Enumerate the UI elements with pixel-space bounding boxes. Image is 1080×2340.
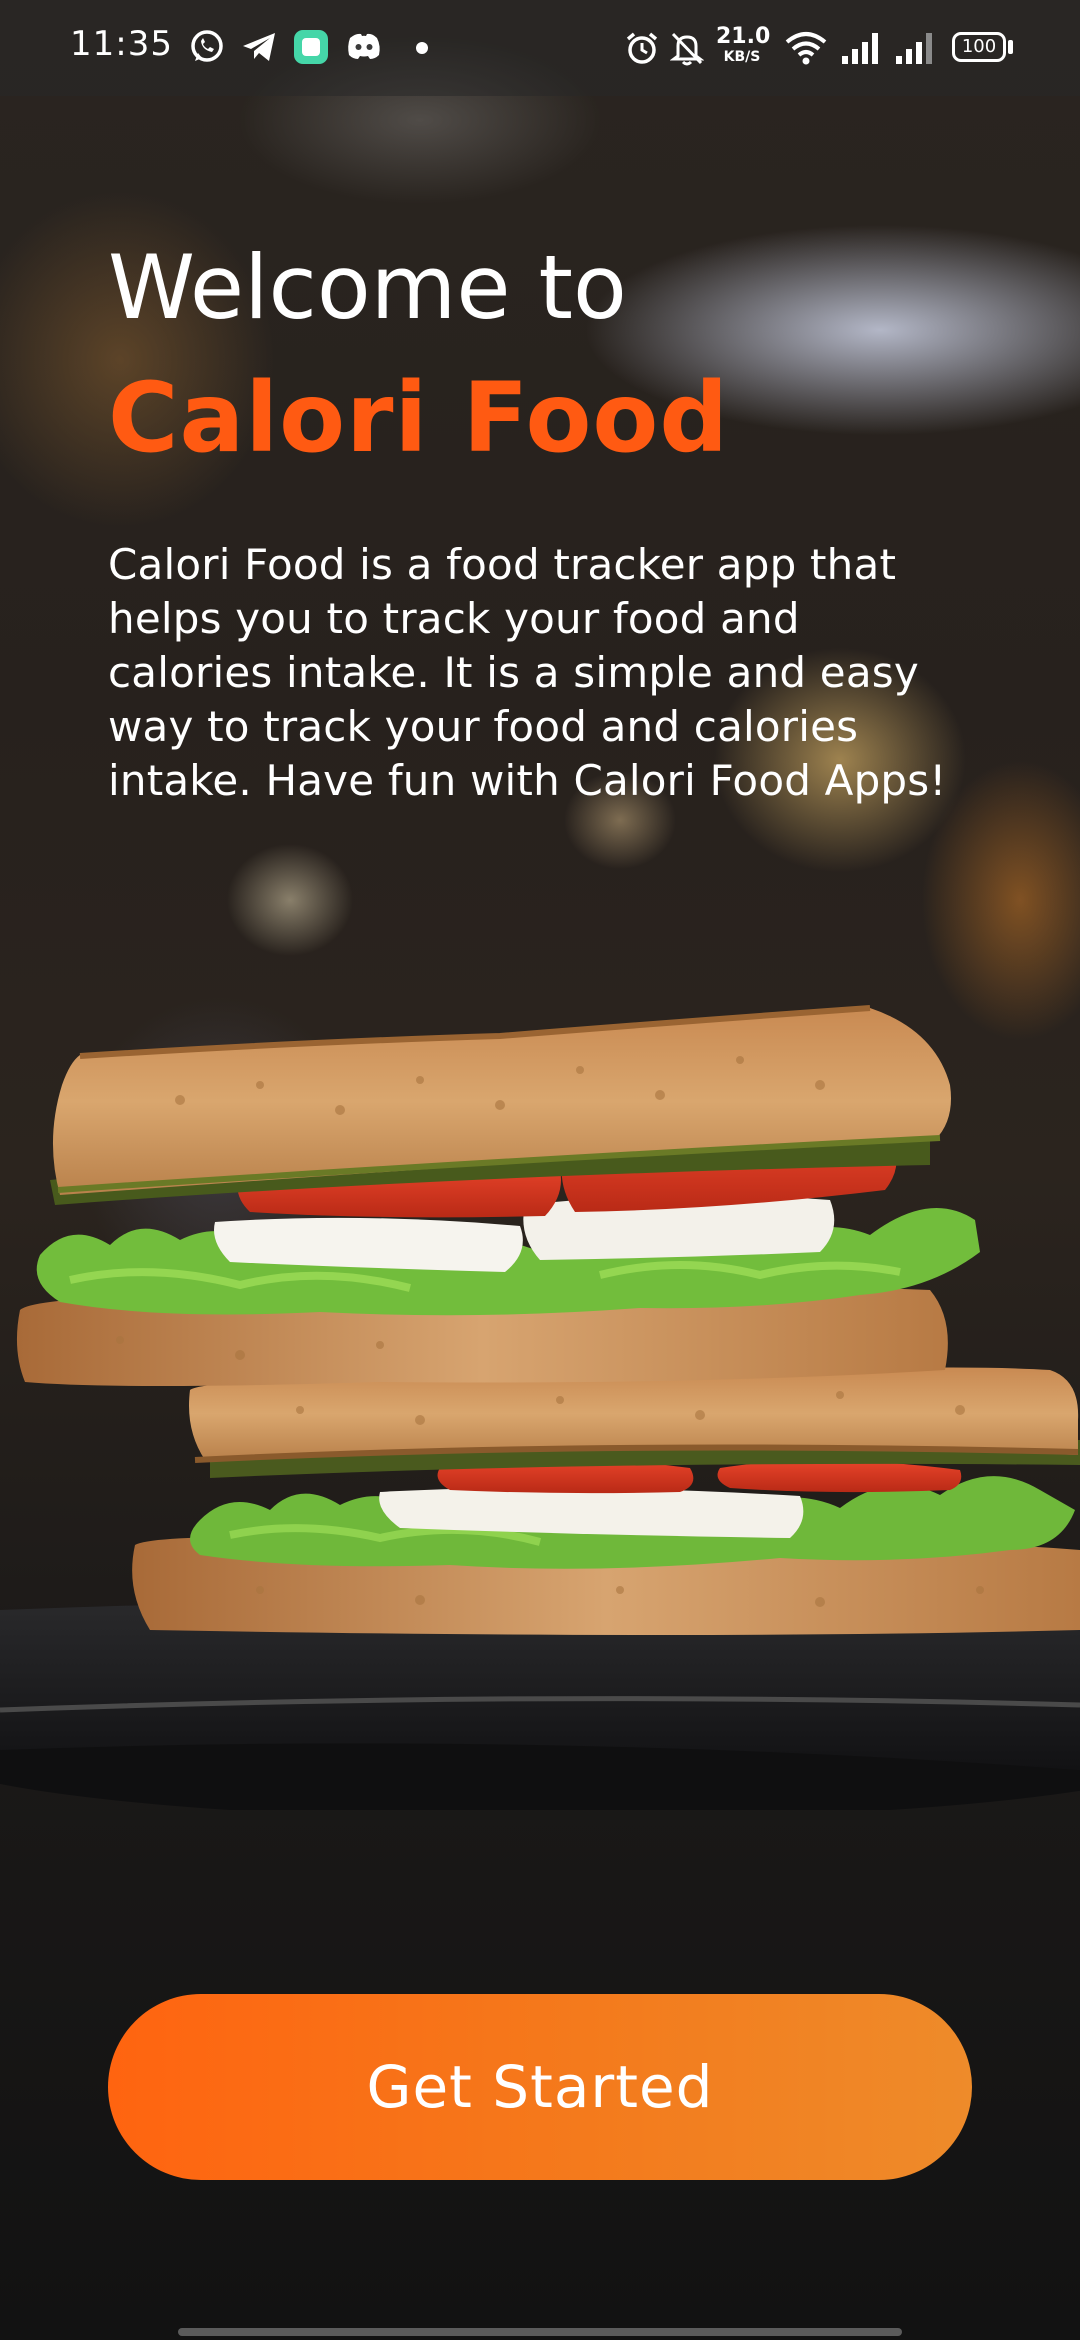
network-speed-value: 21.0: [716, 24, 771, 49]
welcome-screen: 11:35 21.0 KB/S 100 Welcome to Calori Fo…: [0, 0, 1080, 2340]
brand-title: Calori Food: [108, 362, 730, 474]
whatsapp-icon: [191, 30, 223, 62]
network-speed-unit: KB/S: [723, 49, 761, 65]
app-icon: [294, 30, 328, 64]
bell-muted-icon: [670, 32, 704, 66]
signal-icon: [842, 33, 878, 64]
network-speed: 21.0 KB/S: [716, 24, 771, 65]
app-description: Calori Food is a food tracker app that h…: [108, 540, 947, 805]
alarm-icon: [626, 32, 658, 64]
status-time: 11:35: [70, 24, 173, 64]
notification-dot: [416, 42, 428, 54]
signal-icon: [896, 33, 932, 64]
discord-icon: [348, 33, 380, 59]
battery-level: 100: [961, 36, 997, 57]
battery-icon: 100: [952, 32, 1006, 62]
telegram-icon: [243, 33, 275, 61]
sandwich-image: [0, 1005, 1080, 1810]
status-bar: 11:35 21.0 KB/S 100: [0, 0, 1080, 96]
get-started-button[interactable]: Get Started: [108, 1994, 972, 2180]
navigation-handle[interactable]: [178, 2328, 902, 2336]
wifi-icon: [785, 32, 827, 65]
welcome-heading: Welcome to: [108, 236, 627, 339]
battery-cap: [1008, 40, 1013, 54]
